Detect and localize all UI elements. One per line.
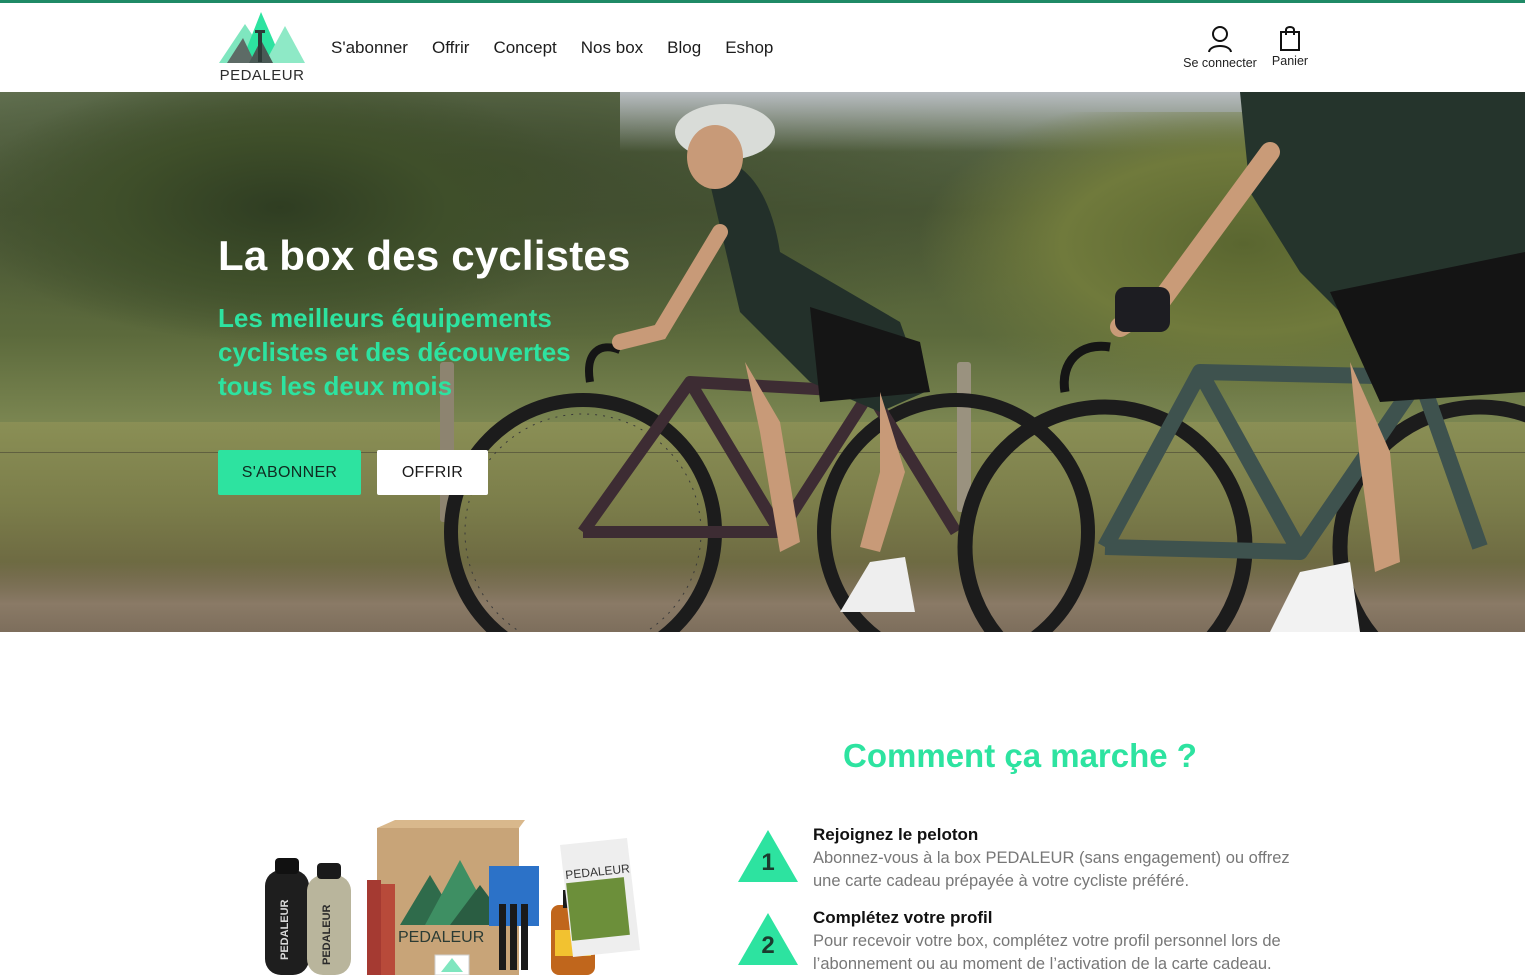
hero-subtitle: Les meilleurs équipements cyclistes et d… [218, 303, 571, 401]
step-number: 1 [761, 849, 775, 876]
main-nav: S'abonner Offrir Concept Nos box Blog Es… [331, 38, 773, 58]
step-number: 2 [761, 932, 775, 959]
step-title: Rejoignez le peloton [813, 825, 979, 844]
nav-item-gift[interactable]: Offrir [432, 38, 469, 58]
step-title: Complétez votre profil [813, 908, 993, 927]
nav-item-blog[interactable]: Blog [667, 38, 701, 58]
login-label: Se connecter [1183, 56, 1257, 70]
brand-logo-text: PEDALEUR [219, 67, 305, 84]
nav-item-subscribe[interactable]: S'abonner [331, 38, 408, 58]
mountain-logo-icon [219, 12, 305, 63]
box-brand-text: PEDALEUR [398, 929, 484, 946]
hero-title: La box des cyclistes [218, 232, 631, 279]
step-description: Abonnez-vous à la box PEDALEUR (sans eng… [813, 849, 1290, 890]
site-header: PEDALEUR S'abonner Offrir Concept Nos bo… [0, 3, 1525, 92]
shopping-bag-icon [1280, 26, 1300, 51]
nav-item-concept[interactable]: Concept [493, 38, 556, 58]
gift-button[interactable]: OFFRIR [377, 450, 488, 495]
bottle-brand-text: PEDALEUR [321, 904, 333, 965]
login-link[interactable]: Se connecter [1176, 25, 1264, 70]
subscribe-button[interactable]: S'ABONNER [218, 450, 361, 495]
brand-logo[interactable]: PEDALEUR [219, 10, 305, 84]
nav-item-our-boxes[interactable]: Nos box [581, 38, 643, 58]
nav-item-eshop[interactable]: Eshop [725, 38, 773, 58]
user-icon [1208, 26, 1232, 53]
how-it-works-title: Comment ça marche ? [843, 737, 1197, 774]
cart-link[interactable]: Panier [1265, 25, 1315, 68]
box-contents-image: PEDALEUR PEDALEUR PEDALEUR PEDALEUR [265, 820, 640, 975]
step-description: Pour recevoir votre box, complétez votre… [813, 932, 1281, 973]
cart-label: Panier [1271, 54, 1309, 68]
bottle-brand-text: PEDALEUR [279, 899, 291, 960]
hero-banner: La box des cyclistes Les meilleurs équip… [0, 92, 1525, 632]
